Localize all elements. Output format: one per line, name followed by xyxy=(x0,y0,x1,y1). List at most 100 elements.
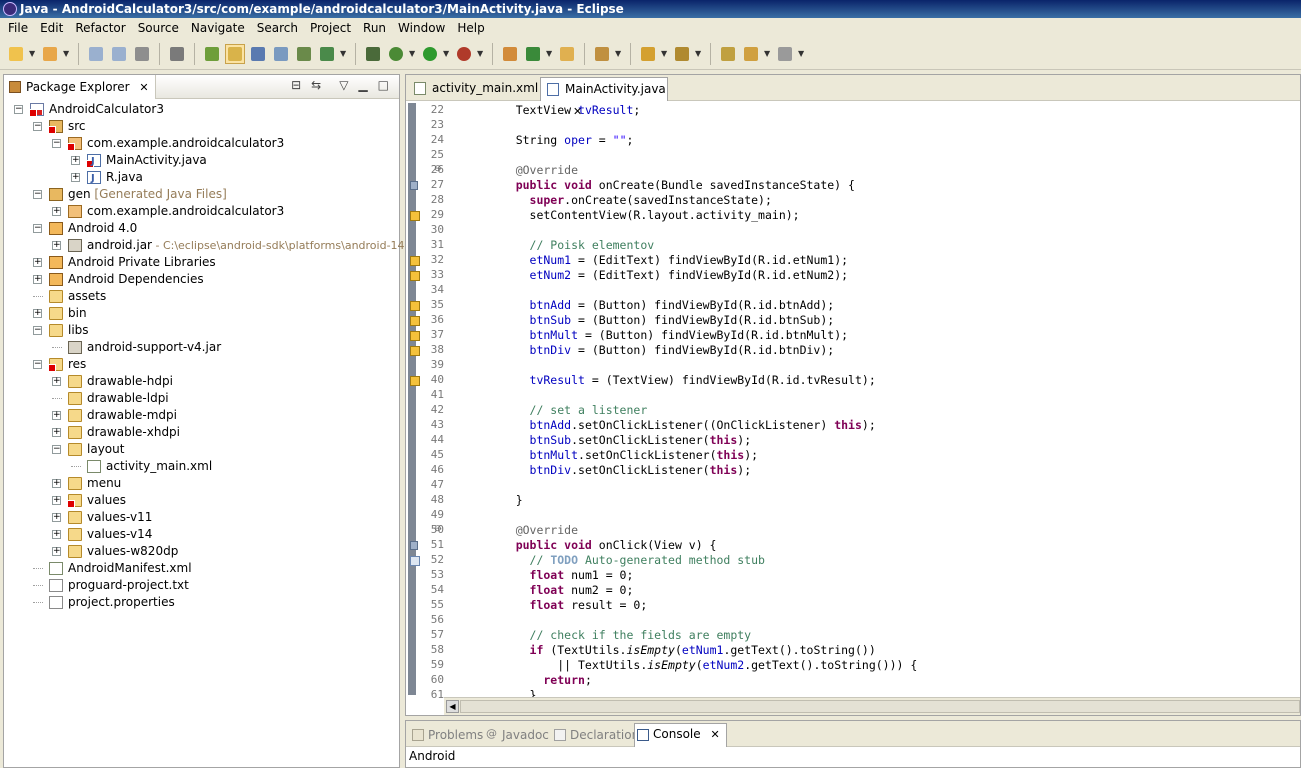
tree-item[interactable]: + MainActivity.java xyxy=(4,152,399,170)
warning-marker-icon[interactable] xyxy=(410,271,420,281)
tree-item[interactable]: − libs xyxy=(4,322,399,339)
tree-item[interactable]: + drawable-mdpi xyxy=(4,407,399,424)
tree-item[interactable]: + menu xyxy=(4,475,399,492)
tree-item[interactable]: − AndroidCalculator3 xyxy=(4,101,399,118)
dropdown-arrow-icon[interactable]: ▼ xyxy=(340,49,348,58)
new-android-project-icon[interactable] xyxy=(202,44,222,64)
expand-icon[interactable]: + xyxy=(52,207,61,216)
debug-icon[interactable] xyxy=(386,44,406,64)
tree-item[interactable]: − layout xyxy=(4,441,399,458)
menu-file[interactable]: File xyxy=(2,18,34,38)
menu-help[interactable]: Help xyxy=(451,18,490,38)
tab-main-activity-java[interactable]: MainActivity.java ✕ xyxy=(540,77,668,118)
new-java-class-icon[interactable] xyxy=(523,44,543,64)
expand-icon[interactable]: + xyxy=(52,411,61,420)
warning-marker-icon[interactable] xyxy=(410,301,420,311)
dropdown-arrow-icon[interactable]: ▼ xyxy=(409,49,417,58)
menu-search[interactable]: Search xyxy=(251,18,304,38)
collapse-icon[interactable]: − xyxy=(33,360,42,369)
dropdown-arrow-icon[interactable]: ▼ xyxy=(63,49,71,58)
tab-declaration[interactable]: Declaration xyxy=(552,725,639,745)
tree-item[interactable]: + com.example.androidcalculator3 xyxy=(4,203,399,220)
scroll-left-icon[interactable]: ◀ xyxy=(446,700,459,713)
expand-icon[interactable]: + xyxy=(71,156,80,165)
tree-item[interactable]: + Android Private Libraries xyxy=(4,254,399,271)
tree-item[interactable]: − Android 4.0 xyxy=(4,220,399,237)
tree-item[interactable]: activity_main.xml xyxy=(4,458,399,475)
warning-marker-icon[interactable] xyxy=(410,346,420,356)
tree-item[interactable]: − com.example.androidcalculator3 xyxy=(4,135,399,152)
tree-item[interactable]: + values xyxy=(4,492,399,509)
collapse-icon[interactable]: − xyxy=(52,445,61,454)
skip-breakpoints-icon[interactable] xyxy=(167,44,187,64)
close-icon[interactable]: ✕ xyxy=(139,81,148,94)
tree-item[interactable]: + android.jar - C:\eclipse\android-sdk\pl… xyxy=(4,237,405,254)
override-marker-icon[interactable] xyxy=(410,181,418,190)
tab-console[interactable]: Console ✕ xyxy=(634,723,727,747)
tree-item[interactable]: + Android Dependencies xyxy=(4,271,399,288)
warning-marker-icon[interactable] xyxy=(410,331,420,341)
menu-navigate[interactable]: Navigate xyxy=(185,18,251,38)
menu-project[interactable]: Project xyxy=(304,18,357,38)
tree-item[interactable]: drawable-ldpi xyxy=(4,390,399,407)
collapse-icon[interactable]: − xyxy=(33,122,42,131)
collapse-icon[interactable]: − xyxy=(52,139,61,148)
warning-marker-icon[interactable] xyxy=(410,256,420,266)
tab-problems[interactable]: Problems xyxy=(410,725,483,745)
new-java-project-icon[interactable] xyxy=(40,44,60,64)
menu-window[interactable]: Window xyxy=(392,18,451,38)
tree-item[interactable]: − gen [Generated Java Files] xyxy=(4,186,399,203)
tree-item[interactable]: + bin xyxy=(4,305,399,322)
expand-icon[interactable]: + xyxy=(52,428,61,437)
expand-icon[interactable]: + xyxy=(52,479,61,488)
tree-item[interactable]: − res xyxy=(4,356,399,373)
tree-item[interactable]: + values-v14 xyxy=(4,526,399,543)
collapse-icon[interactable]: − xyxy=(33,190,42,199)
tree-item[interactable]: proguard-project.txt xyxy=(4,577,399,594)
tree-item[interactable]: + values-v11 xyxy=(4,509,399,526)
dropdown-arrow-icon[interactable]: ▼ xyxy=(29,49,37,58)
tree-item[interactable]: + R.java xyxy=(4,169,399,187)
previous-annotation-icon[interactable] xyxy=(672,44,692,64)
expand-icon[interactable]: + xyxy=(52,530,61,539)
expand-icon[interactable]: + xyxy=(33,258,42,267)
collapse-icon[interactable]: − xyxy=(33,326,42,335)
warning-marker-icon[interactable] xyxy=(410,376,420,386)
fold-toggle-icon[interactable]: ⊖ xyxy=(434,164,442,174)
dropdown-arrow-icon[interactable]: ▼ xyxy=(798,49,806,58)
tree-item[interactable]: + drawable-xhdpi xyxy=(4,424,399,441)
dropdown-arrow-icon[interactable]: ▼ xyxy=(695,49,703,58)
build-icon[interactable] xyxy=(248,44,268,64)
dropdown-arrow-icon[interactable]: ▼ xyxy=(661,49,669,58)
print-icon[interactable] xyxy=(132,44,152,64)
expand-icon[interactable]: + xyxy=(52,547,61,556)
forward-icon[interactable] xyxy=(775,44,795,64)
link-with-editor-icon[interactable]: ⇆ xyxy=(311,78,321,92)
task-marker-icon[interactable] xyxy=(410,556,420,566)
mark-occurrences-icon[interactable] xyxy=(225,43,245,64)
menu-edit[interactable]: Edit xyxy=(34,18,69,38)
tree-item[interactable]: + values-w820dp xyxy=(4,543,399,560)
new-java-package-icon[interactable] xyxy=(500,44,520,64)
tree-item[interactable]: AndroidManifest.xml xyxy=(4,560,399,577)
override-marker-icon[interactable] xyxy=(410,541,418,550)
tree-item[interactable]: project.properties xyxy=(4,594,399,611)
tab-activity-main-xml[interactable]: activity_main.xml xyxy=(408,77,540,101)
scrollbar-thumb[interactable] xyxy=(460,700,1300,713)
android-sdk-manager-icon[interactable] xyxy=(363,44,383,64)
horizontal-scrollbar[interactable]: ◀ xyxy=(444,697,1300,715)
warning-marker-icon[interactable] xyxy=(410,316,420,326)
save-all-icon[interactable] xyxy=(109,44,129,64)
expand-icon[interactable]: + xyxy=(52,496,61,505)
dropdown-arrow-icon[interactable]: ▼ xyxy=(477,49,485,58)
expand-icon[interactable]: + xyxy=(71,173,80,182)
save-icon[interactable] xyxy=(86,44,106,64)
menu-source[interactable]: Source xyxy=(132,18,185,38)
maximize-icon[interactable]: □ xyxy=(378,78,389,92)
tree-item[interactable]: + drawable-hdpi xyxy=(4,373,399,390)
package-explorer-tab[interactable]: Package Explorer ✕ xyxy=(4,75,156,99)
expand-icon[interactable]: + xyxy=(52,377,61,386)
open-resource-icon[interactable] xyxy=(557,44,577,64)
open-task-icon[interactable] xyxy=(294,44,314,64)
back-icon[interactable] xyxy=(741,44,761,64)
